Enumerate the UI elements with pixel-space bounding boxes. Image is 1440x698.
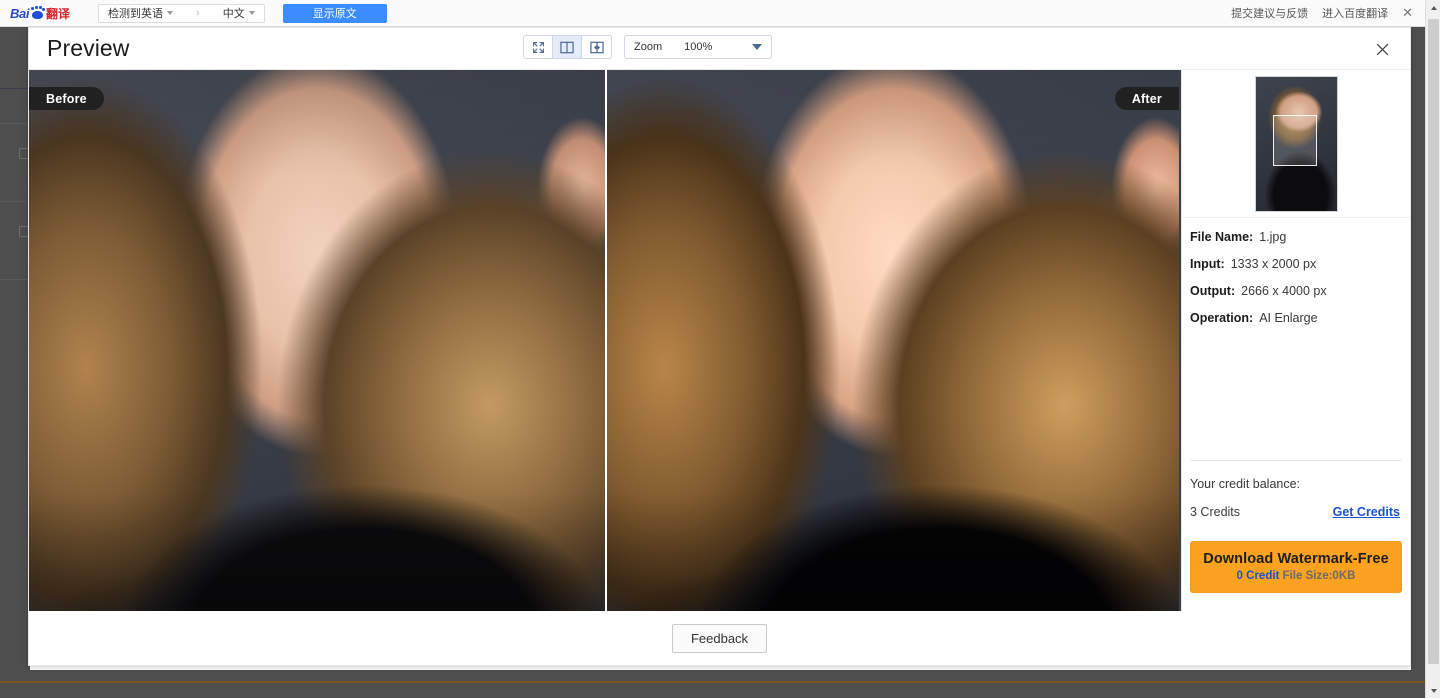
download-file-size: File Size:0KB bbox=[1283, 570, 1356, 582]
open-baidu-translate-link[interactable]: 进入百度翻译 bbox=[1322, 5, 1388, 21]
metadata-key: Input: bbox=[1190, 257, 1225, 271]
slider-compare-icon bbox=[590, 41, 604, 54]
background-row-divider bbox=[0, 123, 30, 124]
page-title: Preview bbox=[47, 35, 130, 62]
before-label-badge: Before bbox=[29, 87, 104, 110]
comparison-viewer[interactable]: Before After bbox=[29, 70, 1181, 611]
metadata-key: Operation: bbox=[1190, 311, 1253, 325]
scrollbar-thumb[interactable] bbox=[1428, 19, 1439, 664]
metadata-row-output: Output: 2666 x 4000 px bbox=[1188, 284, 1410, 298]
zoom-value: 100% bbox=[684, 41, 712, 53]
credit-balance-label: Your credit balance: bbox=[1190, 477, 1400, 491]
after-label-badge: After bbox=[1115, 87, 1179, 110]
metadata-value: AI Enlarge bbox=[1259, 311, 1317, 325]
paw-icon bbox=[30, 7, 45, 20]
metadata-row-file-name: File Name: 1.jpg bbox=[1188, 230, 1410, 244]
modal-footer: Feedback bbox=[29, 611, 1410, 665]
navigator-viewport-rect[interactable] bbox=[1273, 115, 1317, 166]
target-language-label: 中文 bbox=[223, 5, 245, 21]
language-arrow-separator: › bbox=[182, 7, 214, 19]
get-credits-link[interactable]: Get Credits bbox=[1333, 505, 1400, 519]
background-divider-top bbox=[0, 88, 30, 89]
submit-feedback-link[interactable]: 提交建议与反馈 bbox=[1231, 5, 1308, 21]
navigator-thumbnail-container bbox=[1182, 70, 1410, 218]
metadata-row-operation: Operation: AI Enlarge bbox=[1188, 311, 1410, 325]
background-row-divider bbox=[0, 279, 30, 280]
close-modal-button[interactable] bbox=[1372, 39, 1392, 59]
credit-balance-section: Your credit balance: 3 Credits Get Credi… bbox=[1182, 461, 1410, 519]
download-watermark-free-button[interactable]: Download Watermark-Free 0 Credit File Si… bbox=[1190, 541, 1402, 593]
feedback-button[interactable]: Feedback bbox=[672, 624, 767, 653]
metadata-value: 2666 x 4000 px bbox=[1241, 284, 1327, 298]
metadata-key: Output: bbox=[1190, 284, 1235, 298]
close-translate-bar-icon[interactable]: ✕ bbox=[1402, 5, 1413, 21]
credit-balance-row: 3 Credits Get Credits bbox=[1190, 505, 1400, 519]
split-view-button[interactable] bbox=[553, 36, 582, 58]
split-panel-icon bbox=[560, 41, 574, 54]
baidu-logo[interactable]: Bai 翻译 bbox=[10, 5, 70, 22]
baidu-logo-text: Bai bbox=[10, 6, 29, 21]
chevron-up-icon bbox=[1431, 6, 1437, 10]
baidu-logo-cn-text: 翻译 bbox=[46, 5, 70, 22]
background-bottom-area bbox=[0, 670, 1425, 698]
before-image-pane[interactable]: Before bbox=[29, 70, 605, 611]
preview-modal: Preview bbox=[28, 27, 1411, 666]
modal-body: Before After File Name: 1.j bbox=[29, 70, 1410, 611]
before-image bbox=[29, 70, 605, 611]
show-original-button[interactable]: 显示原文 bbox=[283, 4, 387, 23]
language-selector-group: 检测到英语 › 中文 bbox=[98, 4, 265, 23]
expand-arrows-icon bbox=[532, 41, 545, 54]
scroll-down-button[interactable] bbox=[1426, 683, 1440, 698]
source-language-select[interactable]: 检测到英语 bbox=[99, 5, 182, 22]
fullscreen-view-button[interactable] bbox=[524, 36, 553, 58]
baidu-translate-bar: Bai 翻译 检测到英语 › 中文 显示原文 提交建议与反馈 进入百度翻译 ✕ bbox=[0, 0, 1425, 27]
metadata-value: 1.jpg bbox=[1259, 230, 1286, 244]
page-root: zer Bai 翻译 检测到英语 › 中文 显示原文 提交建议与反馈 进入百度翻… bbox=[0, 0, 1440, 698]
chevron-down-icon bbox=[752, 44, 762, 50]
navigator-thumbnail[interactable] bbox=[1255, 76, 1338, 212]
metadata-value: 1333 x 2000 px bbox=[1231, 257, 1317, 271]
target-language-select[interactable]: 中文 bbox=[214, 5, 264, 22]
chevron-down-icon bbox=[249, 11, 255, 15]
sidebar-spacer bbox=[1182, 338, 1410, 460]
chevron-down-icon bbox=[1431, 689, 1437, 693]
background-bottom-rule bbox=[0, 681, 1425, 683]
view-mode-group bbox=[523, 35, 612, 59]
translate-bar-right-links: 提交建议与反馈 进入百度翻译 ✕ bbox=[1231, 5, 1425, 21]
metadata-row-input: Input: 1333 x 2000 px bbox=[1188, 257, 1410, 271]
close-icon bbox=[1376, 43, 1389, 56]
download-button-label: Download Watermark-Free bbox=[1191, 551, 1401, 567]
scroll-up-button[interactable] bbox=[1426, 0, 1440, 15]
zoom-select[interactable]: Zoom 100% bbox=[624, 35, 772, 59]
download-section: Download Watermark-Free 0 Credit File Si… bbox=[1182, 519, 1410, 611]
modal-header: Preview bbox=[29, 28, 1410, 70]
download-button-sublabel: 0 Credit File Size:0KB bbox=[1191, 570, 1401, 582]
header-toolbar: Zoom 100% bbox=[523, 35, 772, 59]
credit-balance-amount: 3 Credits bbox=[1190, 505, 1240, 519]
zoom-label: Zoom bbox=[634, 41, 662, 53]
browser-scrollbar[interactable] bbox=[1425, 0, 1440, 698]
source-language-label: 检测到英语 bbox=[108, 5, 163, 21]
file-metadata-list: File Name: 1.jpg Input: 1333 x 2000 px O… bbox=[1182, 218, 1410, 338]
chevron-down-icon bbox=[167, 11, 173, 15]
slider-compare-view-button[interactable] bbox=[582, 36, 611, 58]
after-image-pane[interactable]: After bbox=[605, 70, 1179, 611]
after-image bbox=[607, 70, 1179, 611]
metadata-key: File Name: bbox=[1190, 230, 1253, 244]
background-row-divider bbox=[0, 201, 30, 202]
info-sidebar: File Name: 1.jpg Input: 1333 x 2000 px O… bbox=[1181, 70, 1410, 611]
download-credit-cost: 0 Credit bbox=[1237, 570, 1280, 582]
